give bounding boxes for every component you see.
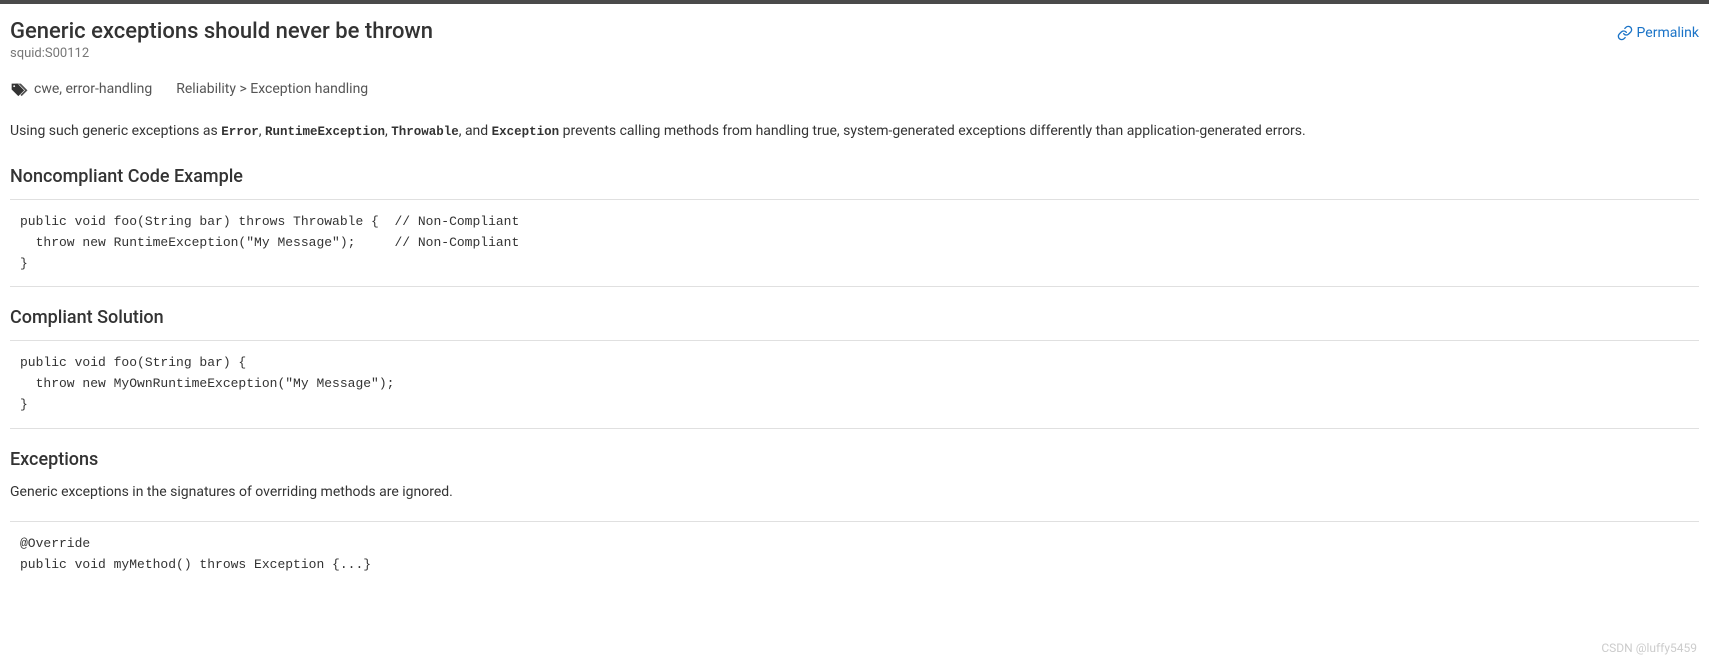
desc-code-runtimeexception: RuntimeException — [265, 125, 385, 139]
rule-key: squid:S00112 — [10, 46, 1617, 61]
desc-code-error: Error — [221, 125, 259, 139]
desc-code-throwable: Throwable — [391, 125, 459, 139]
title-block: Generic exceptions should never be throw… — [10, 19, 1617, 81]
link-icon — [1617, 25, 1633, 41]
tags-block: cwe, error-handling — [10, 81, 152, 97]
tags-text: cwe, error-handling — [34, 81, 152, 97]
watermark: CSDN @luffy5459 — [1601, 641, 1697, 655]
breadcrumb: Reliability > Exception handling — [176, 81, 368, 97]
permalink-link[interactable]: Permalink — [1617, 25, 1699, 41]
top-bar — [0, 0, 1709, 4]
meta-row: cwe, error-handling Reliability > Except… — [10, 81, 1699, 97]
noncompliant-code: public void foo(String bar) throws Throw… — [10, 199, 1699, 287]
permalink-label: Permalink — [1637, 25, 1699, 41]
compliant-heading: Compliant Solution — [10, 307, 1699, 328]
desc-suffix: prevents calling methods from handling t… — [559, 123, 1306, 139]
exceptions-heading: Exceptions — [10, 449, 1699, 470]
rule-description: Using such generic exceptions as Error , … — [10, 121, 1699, 142]
noncompliant-heading: Noncompliant Code Example — [10, 166, 1699, 187]
header-row: Generic exceptions should never be throw… — [10, 19, 1699, 81]
page-title: Generic exceptions should never be throw… — [10, 19, 1617, 44]
desc-sep3: , and — [459, 123, 492, 139]
compliant-code: public void foo(String bar) { throw new … — [10, 340, 1699, 428]
exceptions-description: Generic exceptions in the signatures of … — [10, 482, 1699, 503]
desc-code-exception: Exception — [492, 125, 560, 139]
tags-icon — [10, 82, 28, 96]
desc-prefix: Using such generic exceptions as — [10, 123, 221, 139]
exceptions-code: @Override public void myMethod() throws … — [10, 521, 1699, 588]
